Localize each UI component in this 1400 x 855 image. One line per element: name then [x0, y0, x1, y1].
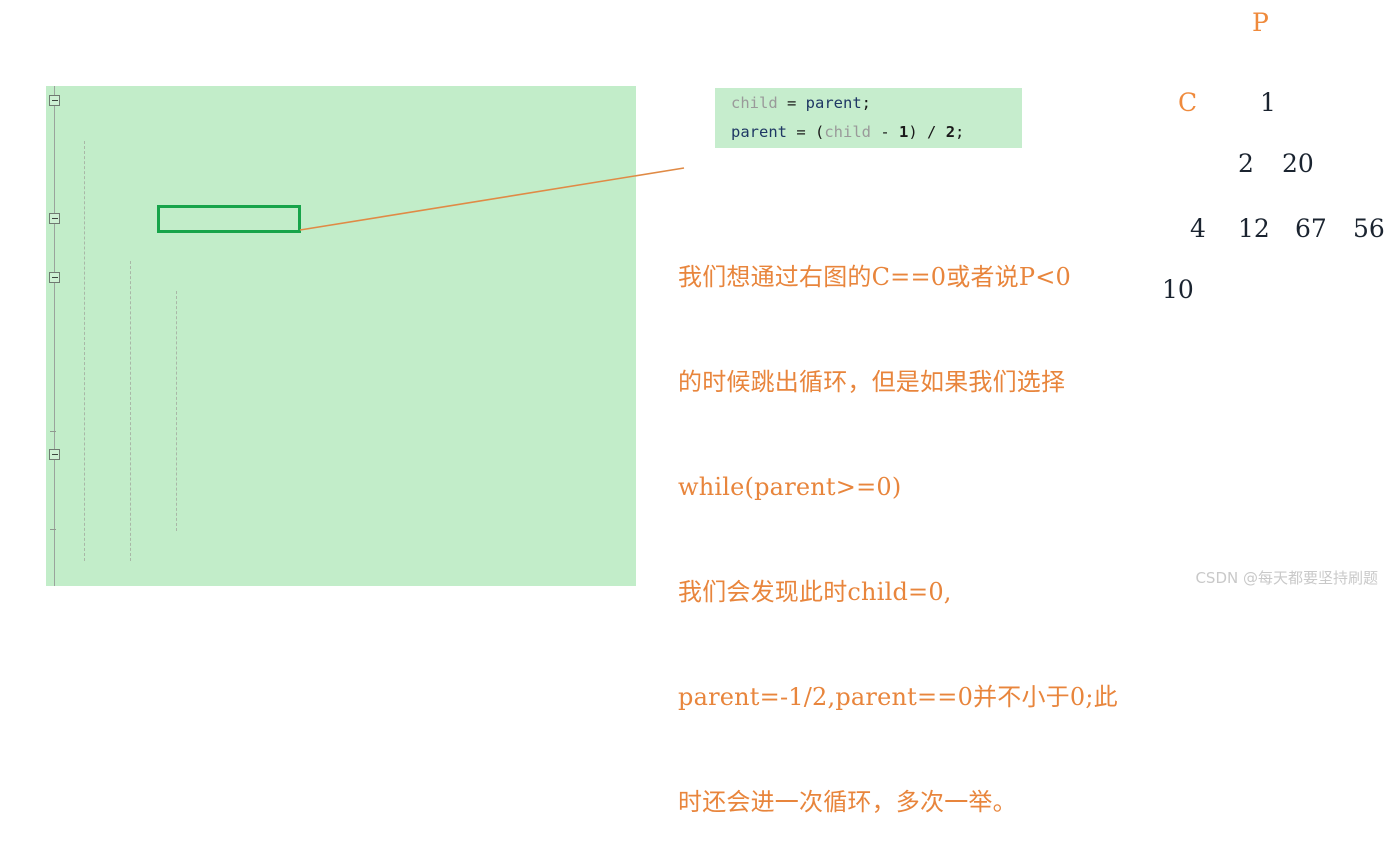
annotation-line-5: parent=-1/2,parent==0并不小于0;此	[678, 683, 1118, 711]
tree-node: 12	[1238, 214, 1270, 243]
parent-marker-label: P	[1252, 8, 1269, 37]
tree-node: 1	[1260, 88, 1276, 117]
code-editor-panel[interactable]: void AdjustUp(int* a, int child) { asser…	[46, 86, 636, 586]
callout-code-box: child = parent; parent = (child - 1) / 2;	[715, 88, 1022, 148]
callout-line-1: child = parent;	[731, 94, 872, 112]
annotation-text-block: 我们想通过右图的C==0或者说P<0 的时候跳出循环，但是如果我们选择 whil…	[678, 190, 1198, 855]
tree-node: 10	[1162, 275, 1194, 304]
heap-tree-diagram: P C 1 2 20 4 12 67 56 10	[1130, 0, 1400, 320]
fold-marker-if[interactable]	[49, 272, 60, 283]
tree-node: 20	[1282, 149, 1314, 178]
csdn-watermark: CSDN @每天都要坚持刷题	[1195, 569, 1378, 587]
annotation-line-4: 我们会发现此时child=0,	[678, 578, 952, 606]
tree-node: 2	[1238, 149, 1254, 178]
indent-guide-2	[130, 261, 131, 561]
annotation-line-3: while(parent>=0)	[678, 473, 902, 501]
fold-tick-lower	[50, 529, 56, 530]
tree-node: 56	[1353, 214, 1385, 243]
fold-marker-function[interactable]	[49, 95, 60, 106]
callout-line-2: parent = (child - 1) / 2;	[731, 123, 965, 141]
annotation-line-6: 时还会进一次循环，多次一举。	[678, 788, 1017, 816]
child-marker-label: C	[1178, 88, 1198, 117]
fold-marker-while[interactable]	[49, 213, 60, 224]
annotation-line-2: 的时候跳出循环，但是如果我们选择	[678, 368, 1066, 396]
fold-tick-upper	[50, 431, 56, 432]
annotation-line-1: 我们想通过右图的C==0或者说P<0	[678, 263, 1071, 291]
indent-guide-1	[84, 141, 85, 561]
fold-marker-else[interactable]	[49, 449, 60, 460]
tree-node: 4	[1190, 214, 1206, 243]
indent-guide-3	[176, 291, 177, 531]
tree-node: 67	[1295, 214, 1327, 243]
editor-gutter-rail	[54, 86, 55, 586]
